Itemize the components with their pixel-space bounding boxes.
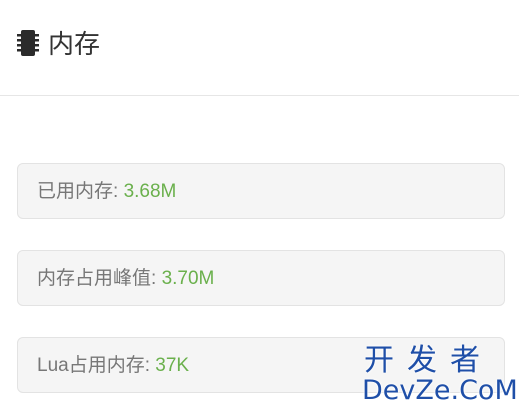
lua-memory-label: Lua占用内存: <box>37 355 156 376</box>
peak-memory-card: 内存占用峰值: 3.70M <box>17 250 505 306</box>
lua-memory-text: Lua占用内存: 37K <box>37 354 189 378</box>
page-header: 内存 <box>0 0 519 96</box>
peak-memory-label: 内存占用峰值: <box>37 268 162 289</box>
watermark-line2: DevZe.CoM <box>362 375 518 406</box>
peak-memory-text: 内存占用峰值: 3.70M <box>37 267 214 291</box>
page-title: 内存 <box>48 29 101 59</box>
used-memory-card: 已用内存: 3.68M <box>17 163 505 219</box>
used-memory-text: 已用内存: 3.68M <box>37 180 176 204</box>
watermark: 开发者 DevZe.CoM <box>360 343 518 407</box>
memory-chip-icon <box>17 30 39 56</box>
watermark-line1: 开发者 <box>364 343 493 378</box>
used-memory-value: 3.68M <box>123 181 177 202</box>
memory-page: 内存 已用内存: 3.68M 内存占用峰值: 3.70M Lua占用内存: 37… <box>0 0 519 413</box>
lua-memory-value: 37K <box>155 355 190 376</box>
peak-memory-value: 3.70M <box>161 268 215 289</box>
used-memory-label: 已用内存: <box>37 181 124 202</box>
